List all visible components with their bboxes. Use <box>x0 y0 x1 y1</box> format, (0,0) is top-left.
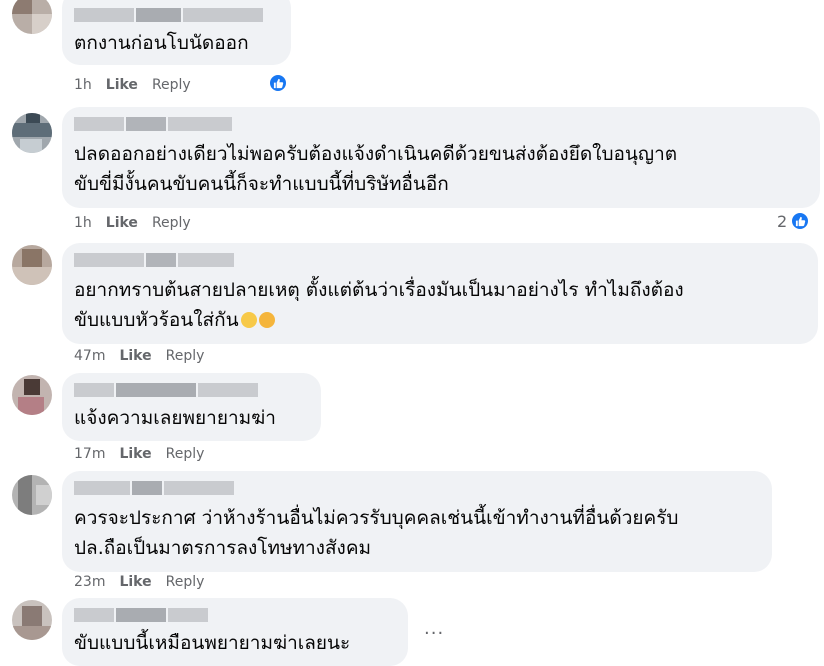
worried-face-icon <box>258 312 275 328</box>
comment-bubble: ปลดออกอย่างเดียวไม่พอครับต้องแจ้งดำเนินค… <box>62 107 820 208</box>
timestamp[interactable]: 23m <box>74 574 105 590</box>
timestamp[interactable]: 1h <box>74 77 92 93</box>
commenter-name[interactable] <box>74 608 208 622</box>
comment-actions: 23m Like Reply <box>74 572 204 592</box>
comment-text: ปลดออกอย่างเดียวไม่พอครับต้องแจ้งดำเนินค… <box>74 143 678 195</box>
reply-button[interactable]: Reply <box>152 77 191 93</box>
comment-bubble: ขับแบบนี้เหมือนพยายามฆ่าเลยนะ <box>62 598 408 666</box>
commenter-name[interactable] <box>74 383 258 397</box>
reply-button[interactable]: Reply <box>166 446 205 462</box>
comment-bubble: แจ้งความเลยพยายามฆ่า <box>62 373 321 441</box>
reply-button[interactable]: Reply <box>166 574 205 590</box>
avatar[interactable] <box>12 375 52 415</box>
comment-text: อยากทราบต้นสายปลายเหตุ ตั้งแต่ต้นว่าเรื่… <box>74 279 684 331</box>
timestamp[interactable]: 17m <box>74 446 105 462</box>
reaction-indicator[interactable]: 2 <box>777 211 811 231</box>
avatar[interactable] <box>12 475 52 515</box>
commenter-name[interactable] <box>74 481 234 495</box>
timestamp[interactable]: 47m <box>74 348 105 364</box>
like-button[interactable]: Like <box>106 77 138 93</box>
avatar[interactable] <box>12 245 52 285</box>
avatar[interactable] <box>12 0 52 34</box>
like-button[interactable]: Like <box>119 348 151 364</box>
comment-actions: 47m Like Reply <box>74 346 204 366</box>
commenter-name[interactable] <box>74 8 263 22</box>
crying-face-icon <box>240 312 257 328</box>
like-button[interactable]: Like <box>119 446 151 462</box>
reaction-indicator[interactable] <box>268 73 288 93</box>
comment-text: แจ้งความเลยพยายามฆ่า <box>74 407 276 429</box>
more-options-icon[interactable]: ... <box>424 618 444 639</box>
avatar[interactable] <box>12 113 52 153</box>
comment-bubble: อยากทราบต้นสายปลายเหตุ ตั้งแต่ต้นว่าเรื่… <box>62 243 818 344</box>
like-reaction-icon <box>790 211 811 231</box>
comment-bubble: ตกงานก่อนโบนัดออก <box>62 0 291 65</box>
reply-button[interactable]: Reply <box>166 348 205 364</box>
comment-actions: 17m Like Reply <box>74 444 204 464</box>
comment-text: ขับแบบนี้เหมือนพยายามฆ่าเลยนะ <box>74 632 351 654</box>
like-button[interactable]: Like <box>106 215 138 231</box>
commenter-name[interactable] <box>74 117 232 131</box>
comment-bubble: ควรจะประกาศ ว่าห้างร้านอื่นไม่ควรรับบุคค… <box>62 471 772 572</box>
like-reaction-icon <box>268 73 288 93</box>
comment-actions: 1h Like Reply <box>74 75 191 95</box>
timestamp[interactable]: 1h <box>74 215 92 231</box>
avatar[interactable] <box>12 600 52 640</box>
comment-text: ตกงานก่อนโบนัดออก <box>74 32 249 54</box>
like-button[interactable]: Like <box>119 574 151 590</box>
comment-actions: 1h Like Reply <box>74 213 191 233</box>
reply-button[interactable]: Reply <box>152 215 191 231</box>
reaction-count: 2 <box>777 211 788 231</box>
commenter-name[interactable] <box>74 253 234 267</box>
comment-text: ควรจะประกาศ ว่าห้างร้านอื่นไม่ควรรับบุคค… <box>74 507 679 559</box>
